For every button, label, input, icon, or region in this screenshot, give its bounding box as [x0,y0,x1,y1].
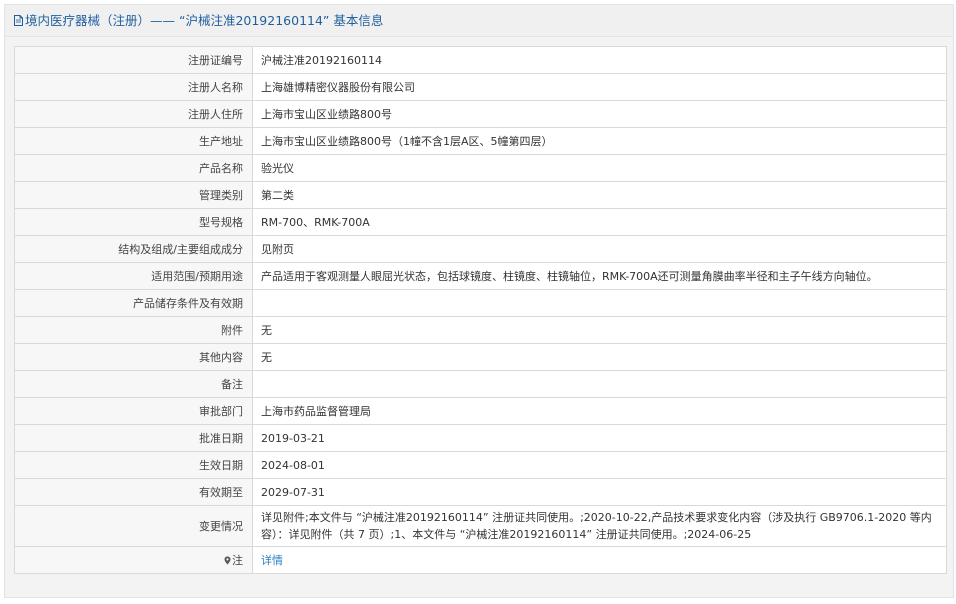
row-value: 产品适用于客观测量人眼屈光状态，包括球镜度、柱镜度、柱镜轴位，RMK-700A还… [252,262,947,290]
row-label: 结构及组成/主要组成成分 [14,235,253,263]
row-value: 上海市宝山区业绩路800号（1幢不含1层A区、5幢第四层） [252,127,947,155]
row-value: 第二类 [252,181,947,209]
row-value: RM-700、RMK-700A [252,208,947,236]
note-value-cell: 详情 [252,546,947,574]
row-value: 见附页 [252,235,947,263]
table-row: 其他内容无 [14,343,947,371]
row-label: 注册证编号 [14,46,253,74]
row-label: 生产地址 [14,127,253,155]
table-row: 注册人名称 上海雄博精密仪器股份有限公司 [14,73,947,101]
row-label: 型号规格 [14,208,253,236]
row-value: 2024-08-01 [252,451,947,479]
page-title: 境内医疗器械（注册）—— “沪械注准20192160114” 基本信息 [25,13,384,28]
row-label: 有效期至 [14,478,253,506]
info-table: 注册证编号 沪械注准20192160114 注册人名称 上海雄博精密仪器股份有限公司… [14,46,947,574]
row-label: 注册人住所 [14,100,253,128]
row-label: 产品储存条件及有效期 [14,289,253,317]
document-icon [14,15,23,26]
table-row: 结构及组成/主要组成成分 见附页 [14,235,947,263]
page-title-bar: 境内医疗器械（注册）—— “沪械注准20192160114” 基本信息 [5,5,953,37]
row-label: 其他内容 [14,343,253,371]
row-label: 注册人名称 [14,73,253,101]
row-value: 详见附件;本文件与 “沪械注准20192160114” 注册证共同使用。;202… [252,505,947,547]
row-value: 无 [252,343,947,371]
table-row: 注册人住所 上海市宝山区业绩路800号 [14,100,947,128]
table-row: 附件无 [14,316,947,344]
table-row: 生效日期 2024-08-01 [14,451,947,479]
table-row: 产品储存条件及有效期 [14,289,947,317]
row-label: 管理类别 [14,181,253,209]
note-row: 注 详情 [14,546,947,574]
row-value: 2019-03-21 [252,424,947,452]
row-value: 沪械注准20192160114 [252,46,947,74]
table-row: 变更情况 详见附件;本文件与 “沪械注准20192160114” 注册证共同使用。… [14,505,947,547]
row-value: 上海市宝山区业绩路800号 [252,100,947,128]
note-label-cell: 注 [14,546,253,574]
table-row: 适用范围/预期用途 产品适用于客观测量人眼屈光状态，包括球镜度、柱镜度、柱镜轴位，… [14,262,947,290]
row-label: 适用范围/预期用途 [14,262,253,290]
row-label: 附件 [14,316,253,344]
row-label: 变更情况 [14,505,253,547]
row-label: 产品名称 [14,154,253,182]
table-row: 型号规格 RM-700、RMK-700A [14,208,947,236]
row-label: 生效日期 [14,451,253,479]
row-value: 2029-07-31 [252,478,947,506]
row-value: 无 [252,316,947,344]
row-value: 验光仪 [252,154,947,182]
table-row: 生产地址 上海市宝山区业绩路800号（1幢不含1层A区、5幢第四层） [14,127,947,155]
table-row: 备注 [14,370,947,398]
table-row: 批准日期 2019-03-21 [14,424,947,452]
detail-panel: 境内医疗器械（注册）—— “沪械注准20192160114” 基本信息 注册证编… [4,4,954,598]
row-value [252,289,947,317]
row-label: 备注 [14,370,253,398]
note-label: 注 [232,554,243,567]
table-row: 审批部门 上海市药品监督管理局 [14,397,947,425]
row-value: 上海雄博精密仪器股份有限公司 [252,73,947,101]
row-label: 批准日期 [14,424,253,452]
table-row: 管理类别 第二类 [14,181,947,209]
pin-icon [224,556,231,565]
row-value [252,370,947,398]
row-value: 上海市药品监督管理局 [252,397,947,425]
table-row: 有效期至 2029-07-31 [14,478,947,506]
row-label: 审批部门 [14,397,253,425]
details-link[interactable]: 详情 [261,554,283,567]
table-row: 产品名称 验光仪 [14,154,947,182]
table-row: 注册证编号 沪械注准20192160114 [14,46,947,74]
